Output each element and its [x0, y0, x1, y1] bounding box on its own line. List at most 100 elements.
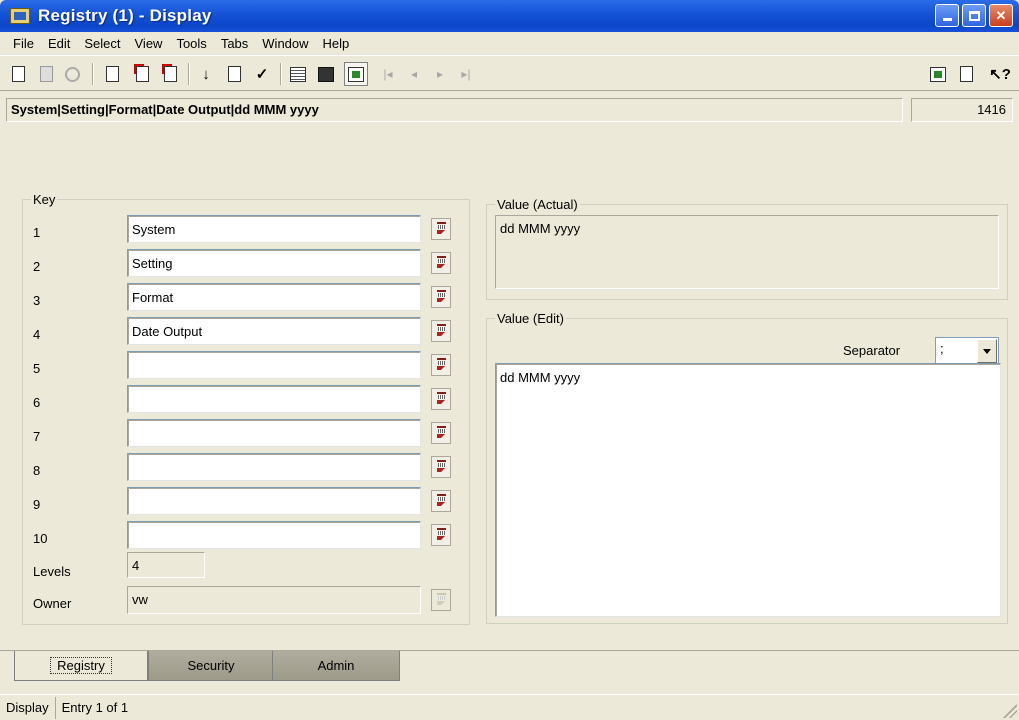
last-record-icon[interactable]: ▸|: [456, 64, 476, 84]
bookmark-icon[interactable]: [431, 422, 451, 444]
app-icon: [10, 8, 30, 24]
key-level-number: 6: [33, 395, 41, 410]
bookmark-icon[interactable]: [431, 524, 451, 546]
toolbar-separator: [280, 63, 282, 85]
previous-record-icon[interactable]: ◂: [404, 64, 424, 84]
bookmark-icon[interactable]: [431, 490, 451, 512]
bookmark-icon[interactable]: [431, 252, 451, 274]
copy-document-icon[interactable]: [132, 64, 152, 84]
tab-registry[interactable]: Registry: [14, 651, 148, 681]
value-actual-label: Value (Actual): [495, 197, 580, 212]
menu-tools[interactable]: Tools: [169, 36, 213, 51]
minimize-button[interactable]: [935, 4, 959, 27]
value-edit-textarea[interactable]: dd MMM yyyy: [495, 363, 1001, 617]
new-document-icon[interactable]: [8, 64, 28, 84]
close-button[interactable]: ✕: [989, 4, 1013, 27]
maximize-button[interactable]: [962, 4, 986, 27]
value-edit-label: Value (Edit): [495, 311, 566, 326]
levels-label: Levels: [33, 564, 71, 579]
menu-window[interactable]: Window: [255, 36, 315, 51]
window-title: Registry (1) - Display: [38, 6, 212, 25]
key-level-2-input[interactable]: [127, 249, 421, 277]
separator-label: Separator: [843, 343, 901, 358]
tab-admin[interactable]: Admin: [272, 651, 400, 681]
menu-select[interactable]: Select: [77, 36, 127, 51]
key-row: 10: [23, 521, 471, 555]
export-icon[interactable]: [928, 64, 948, 84]
resize-grip-icon[interactable]: [1003, 704, 1017, 718]
bookmark-icon[interactable]: [431, 286, 451, 308]
status-entry: Entry 1 of 1: [61, 700, 129, 715]
key-level-number: 9: [33, 497, 41, 512]
bookmark-icon[interactable]: [431, 456, 451, 478]
help-pointer-icon[interactable]: ↖?: [989, 64, 1011, 84]
key-level-8-input[interactable]: [127, 453, 421, 481]
key-level-4-input[interactable]: [127, 317, 421, 345]
key-row: 4: [23, 317, 471, 351]
window-controls: ✕: [935, 4, 1013, 27]
detail-view-icon[interactable]: [316, 64, 336, 84]
menu-tabs[interactable]: Tabs: [214, 36, 255, 51]
bookmark-icon[interactable]: [431, 354, 451, 376]
tab-registry-label: Registry: [50, 657, 112, 674]
import-icon[interactable]: [956, 64, 976, 84]
next-record-icon[interactable]: ▸: [430, 64, 450, 84]
value-actual-field: dd MMM yyyy: [495, 215, 999, 289]
value-edit-group: Value (Edit) Separator ; dd MMM yyyy: [486, 311, 1008, 624]
list-view-icon[interactable]: [288, 64, 308, 84]
tab-security[interactable]: Security: [148, 651, 274, 681]
key-level-number: 1: [33, 225, 41, 240]
delete-document-icon[interactable]: [160, 64, 180, 84]
sort-icon[interactable]: ↓: [196, 64, 216, 84]
owner-bookmark-icon: [431, 589, 451, 611]
menu-edit[interactable]: Edit: [41, 36, 77, 51]
first-record-icon[interactable]: |◂: [378, 64, 398, 84]
form-view-icon[interactable]: [344, 62, 368, 86]
key-row: 9: [23, 487, 471, 521]
key-level-number: 4: [33, 327, 41, 342]
key-level-number: 5: [33, 361, 41, 376]
tab-strip: Security Admin Registry: [0, 650, 1019, 684]
title-bar: Registry (1) - Display ✕: [0, 0, 1019, 32]
menu-view[interactable]: View: [128, 36, 170, 51]
key-level-number: 10: [33, 531, 48, 546]
bookmark-icon[interactable]: [431, 320, 451, 342]
cancel-icon[interactable]: [62, 64, 82, 84]
registry-path: System|Setting|Format|Date Output|dd MMM…: [6, 98, 903, 122]
key-row: 5: [23, 351, 471, 385]
key-group: Key 1 2 3 4 5 6 7 8 9: [22, 192, 471, 625]
key-level-9-input[interactable]: [127, 487, 421, 515]
menu-file[interactable]: File: [6, 36, 41, 51]
chevron-down-icon[interactable]: [977, 339, 997, 363]
status-bar: Display Entry 1 of 1: [0, 694, 1019, 720]
toolbar-separator: [188, 63, 190, 85]
separator-value: ;: [940, 341, 944, 356]
toolbar-separator: [92, 63, 94, 85]
key-level-10-input[interactable]: [127, 521, 421, 549]
levels-field: 4: [127, 552, 205, 578]
menu-help[interactable]: Help: [316, 36, 357, 51]
owner-label: Owner: [33, 596, 72, 611]
spellcheck-icon[interactable]: ✓: [252, 64, 272, 84]
key-row: 1: [23, 215, 471, 249]
key-row: 6: [23, 385, 471, 419]
key-level-5-input[interactable]: [127, 351, 421, 379]
status-mode: Display: [0, 696, 56, 719]
key-group-label: Key: [31, 192, 58, 207]
key-row: 2: [23, 249, 471, 283]
key-level-7-input[interactable]: [127, 419, 421, 447]
tab-security-label: Security: [187, 658, 235, 673]
toolbar: ↓ ✓ |◂ ◂ ▸ ▸| ↖?: [0, 55, 1019, 91]
open-document-icon[interactable]: [102, 64, 122, 84]
key-level-1-input[interactable]: [127, 215, 421, 243]
save-icon[interactable]: [36, 64, 56, 84]
entry-count: 1416: [911, 98, 1013, 122]
key-level-3-input[interactable]: [127, 283, 421, 311]
bookmark-icon[interactable]: [431, 218, 451, 240]
key-level-6-input[interactable]: [127, 385, 421, 413]
value-actual-group: Value (Actual) dd MMM yyyy: [486, 197, 1008, 300]
edit-note-icon[interactable]: [224, 64, 244, 84]
bookmark-icon[interactable]: [431, 388, 451, 410]
separator-select[interactable]: ;: [935, 337, 999, 365]
owner-field: vw: [127, 586, 421, 614]
